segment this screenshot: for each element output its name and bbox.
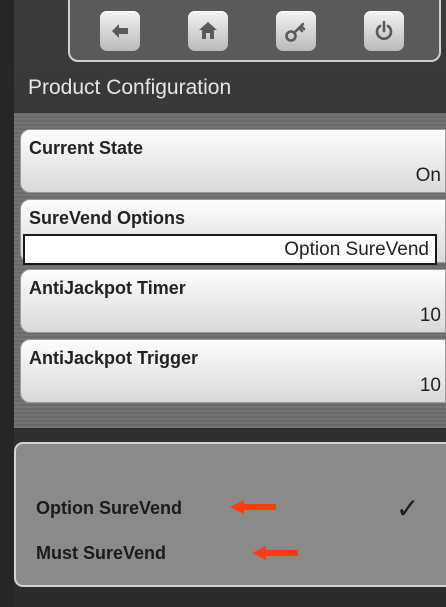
- setting-label: Current State: [29, 138, 144, 158]
- setting-value: 10: [419, 375, 441, 396]
- home-button[interactable]: [188, 11, 228, 51]
- key-button[interactable]: [276, 11, 316, 51]
- annotation-arrow-icon: [230, 500, 276, 514]
- key-icon: [285, 22, 306, 42]
- surevend-options-dropdown: Option SureVend ✓ Must SureVend: [14, 442, 446, 587]
- back-button[interactable]: [100, 11, 140, 51]
- home-icon: [199, 22, 217, 39]
- setting-antijackpot-trigger[interactable]: AntiJackpot Trigger 10: [20, 339, 446, 403]
- power-button[interactable]: [364, 11, 404, 51]
- select-value: Option SureVend: [284, 239, 429, 260]
- page-title: Product Configuration: [28, 76, 232, 99]
- selected-check-icon: ✓: [396, 493, 420, 524]
- setting-value: 10: [419, 305, 441, 326]
- setting-label: AntiJackpot Timer: [29, 278, 186, 298]
- option-surevend[interactable]: Option SureVend: [36, 498, 182, 519]
- settings-list: Current State On SureVend Options AntiJa…: [14, 113, 446, 428]
- annotation-arrow-icon: [252, 546, 298, 560]
- back-arrow-icon: [112, 24, 128, 38]
- surevend-options-select[interactable]: Option SureVend: [23, 234, 437, 265]
- setting-label: SureVend Options: [29, 208, 186, 228]
- option-must-surevend[interactable]: Must SureVend: [36, 543, 166, 564]
- setting-antijackpot-timer[interactable]: AntiJackpot Timer 10: [20, 269, 446, 333]
- setting-current-state[interactable]: Current State On: [20, 129, 446, 193]
- setting-label: AntiJackpot Trigger: [29, 348, 199, 368]
- top-toolbar: [68, 0, 441, 62]
- power-icon: [375, 20, 393, 40]
- setting-value: On: [415, 165, 441, 186]
